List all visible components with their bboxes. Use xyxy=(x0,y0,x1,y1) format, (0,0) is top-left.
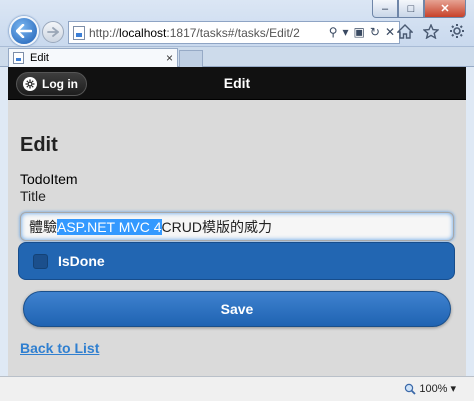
zoom-level: 100% xyxy=(419,382,448,395)
back-to-list-link[interactable]: Back to List xyxy=(20,340,99,356)
window-frame xyxy=(466,67,474,376)
star-icon[interactable] xyxy=(422,22,440,40)
tab-edit[interactable]: Edit × xyxy=(8,48,178,67)
refresh-icon[interactable]: ↻ xyxy=(370,25,380,39)
new-tab-button[interactable] xyxy=(179,50,203,67)
page-title: Edit xyxy=(20,134,58,156)
status-bar: 100% ▾ xyxy=(0,376,474,401)
window-controls: – □ ✕ xyxy=(372,0,466,18)
web-page: Log in Edit Edit TodoItem Title 體驗 ASP.NE… xyxy=(8,67,466,376)
page-header: Log in Edit xyxy=(8,67,466,100)
zoom-control[interactable]: 100% ▾ xyxy=(404,382,456,395)
forward-arrow-icon xyxy=(47,27,59,37)
title-text-before: 體驗 xyxy=(29,218,57,235)
address-url: http://localhost:1817/tasks#/tasks/Edit/… xyxy=(89,25,300,40)
address-bar[interactable]: http://localhost:1817/tasks#/tasks/Edit/… xyxy=(68,21,400,44)
edit-form: Edit TodoItem Title 體驗 ASP.NET MVC 4 CRUD… xyxy=(8,134,466,241)
chevron-down-icon[interactable]: ▾ xyxy=(450,382,456,395)
page-icon xyxy=(13,52,24,64)
search-icon[interactable]: ⚲ xyxy=(329,25,338,39)
tab-title: Edit xyxy=(30,52,49,64)
title-input[interactable]: 體驗 ASP.NET MVC 4 CRUD模版的威力 xyxy=(20,212,454,241)
isdone-toggle[interactable]: IsDone xyxy=(18,242,455,280)
zoom-icon xyxy=(405,383,416,395)
title-label: Title xyxy=(20,188,46,204)
browser-tools xyxy=(396,22,466,40)
gear-icon[interactable] xyxy=(448,22,466,40)
forward-button[interactable] xyxy=(42,21,64,43)
address-tools: ⚲ ▾ ▣ ↻ ✕ xyxy=(329,25,395,39)
tab-close-icon[interactable]: × xyxy=(166,51,173,65)
maximize-button[interactable]: □ xyxy=(398,0,424,18)
header-title: Edit xyxy=(223,75,251,91)
page-icon xyxy=(73,25,85,40)
tab-strip: Edit × xyxy=(0,47,474,67)
save-button[interactable]: Save xyxy=(23,291,451,327)
back-arrow-icon xyxy=(16,24,32,38)
compat-icon[interactable]: ▣ xyxy=(354,25,365,39)
browser-toolbar: – □ ✕ http://localhost:1817/tasks#/tasks… xyxy=(0,0,474,47)
home-icon[interactable] xyxy=(396,22,414,40)
title-text-after: CRUD模版的威力 xyxy=(161,218,272,235)
title-text-selected: ASP.NET MVC 4 xyxy=(57,218,162,235)
isdone-checkbox[interactable] xyxy=(33,253,48,269)
isdone-label: IsDone xyxy=(58,253,105,269)
minimize-button[interactable]: – xyxy=(372,0,398,18)
back-button[interactable] xyxy=(9,16,39,46)
entity-name: TodoItem xyxy=(20,171,78,187)
close-window-button[interactable]: ✕ xyxy=(424,0,466,18)
dropdown-icon[interactable]: ▾ xyxy=(343,25,349,39)
window-frame xyxy=(0,67,8,376)
stop-icon[interactable]: ✕ xyxy=(385,25,395,39)
